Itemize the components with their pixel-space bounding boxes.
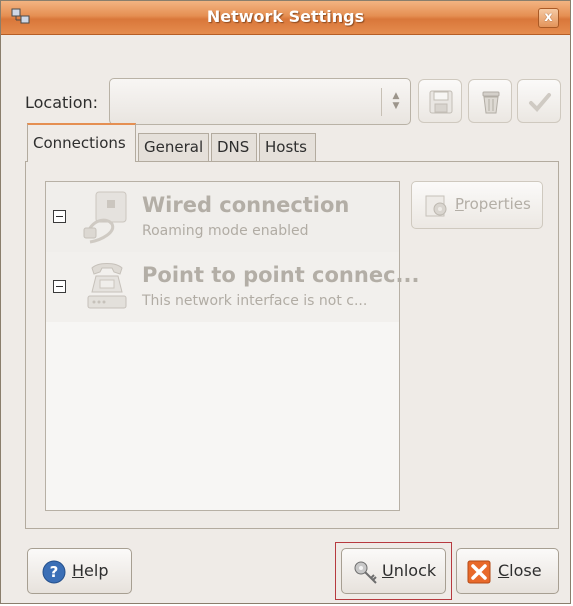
network-settings-window: Network Settings x Location: ▲ ▼ Connecti… <box>0 0 571 604</box>
save-location-button[interactable] <box>418 79 462 123</box>
connections-list[interactable]: Wired connection Roaming mode enabled Po… <box>45 181 419 511</box>
check-mark-icon <box>529 93 551 112</box>
ppp-connection-title: Point to point connec... <box>142 263 420 287</box>
properties-button[interactable]: Properties <box>411 181 543 229</box>
close-icon <box>467 560 491 584</box>
close-button[interactable]: Close <box>456 548 559 594</box>
trash-can-icon <box>482 91 500 114</box>
spin-arrows-icon: ▲ ▼ <box>392 91 400 111</box>
ppp-enable-checkbox[interactable] <box>53 280 66 293</box>
title-bar[interactable]: Network Settings x <box>1 1 570 35</box>
telephone-modem-icon <box>87 263 127 309</box>
list-item[interactable]: Wired connection Roaming mode enabled <box>46 182 399 252</box>
svg-text:?: ? <box>50 563 59 581</box>
window-close-button[interactable]: x <box>538 8 559 28</box>
tab-dns[interactable]: DNS <box>211 133 257 161</box>
window-title: Network Settings <box>206 7 365 26</box>
location-combo[interactable]: ▲ ▼ <box>109 78 411 125</box>
apply-location-button[interactable] <box>517 79 561 123</box>
tab-connections[interactable]: Connections <box>27 123 136 162</box>
tab-general[interactable]: General <box>138 133 209 161</box>
tab-hosts[interactable]: Hosts <box>259 133 316 161</box>
unlock-button[interactable]: Unlock <box>341 548 446 594</box>
ppp-connection-subtitle: This network interface is not c... <box>142 293 368 309</box>
unlock-label: Unlock <box>382 561 437 580</box>
wired-enable-checkbox[interactable] <box>53 210 66 223</box>
location-label: Location: <box>25 93 99 112</box>
help-label: Help <box>72 561 109 580</box>
delete-location-button[interactable] <box>468 79 512 123</box>
properties-label: Properties <box>455 195 531 213</box>
keys-icon <box>354 561 377 584</box>
wired-connection-icon <box>83 191 127 244</box>
help-icon: ? <box>42 560 66 584</box>
wired-connection-title: Wired connection <box>142 193 350 217</box>
combo-separator <box>381 88 382 116</box>
properties-icon <box>425 195 447 217</box>
close-label: Close <box>498 561 542 580</box>
list-item[interactable]: Point to point connec... This network in… <box>46 252 419 322</box>
wired-connection-subtitle: Roaming mode enabled <box>142 223 309 239</box>
floppy-disk-icon <box>429 90 453 114</box>
help-button[interactable]: ? Help <box>27 548 132 594</box>
